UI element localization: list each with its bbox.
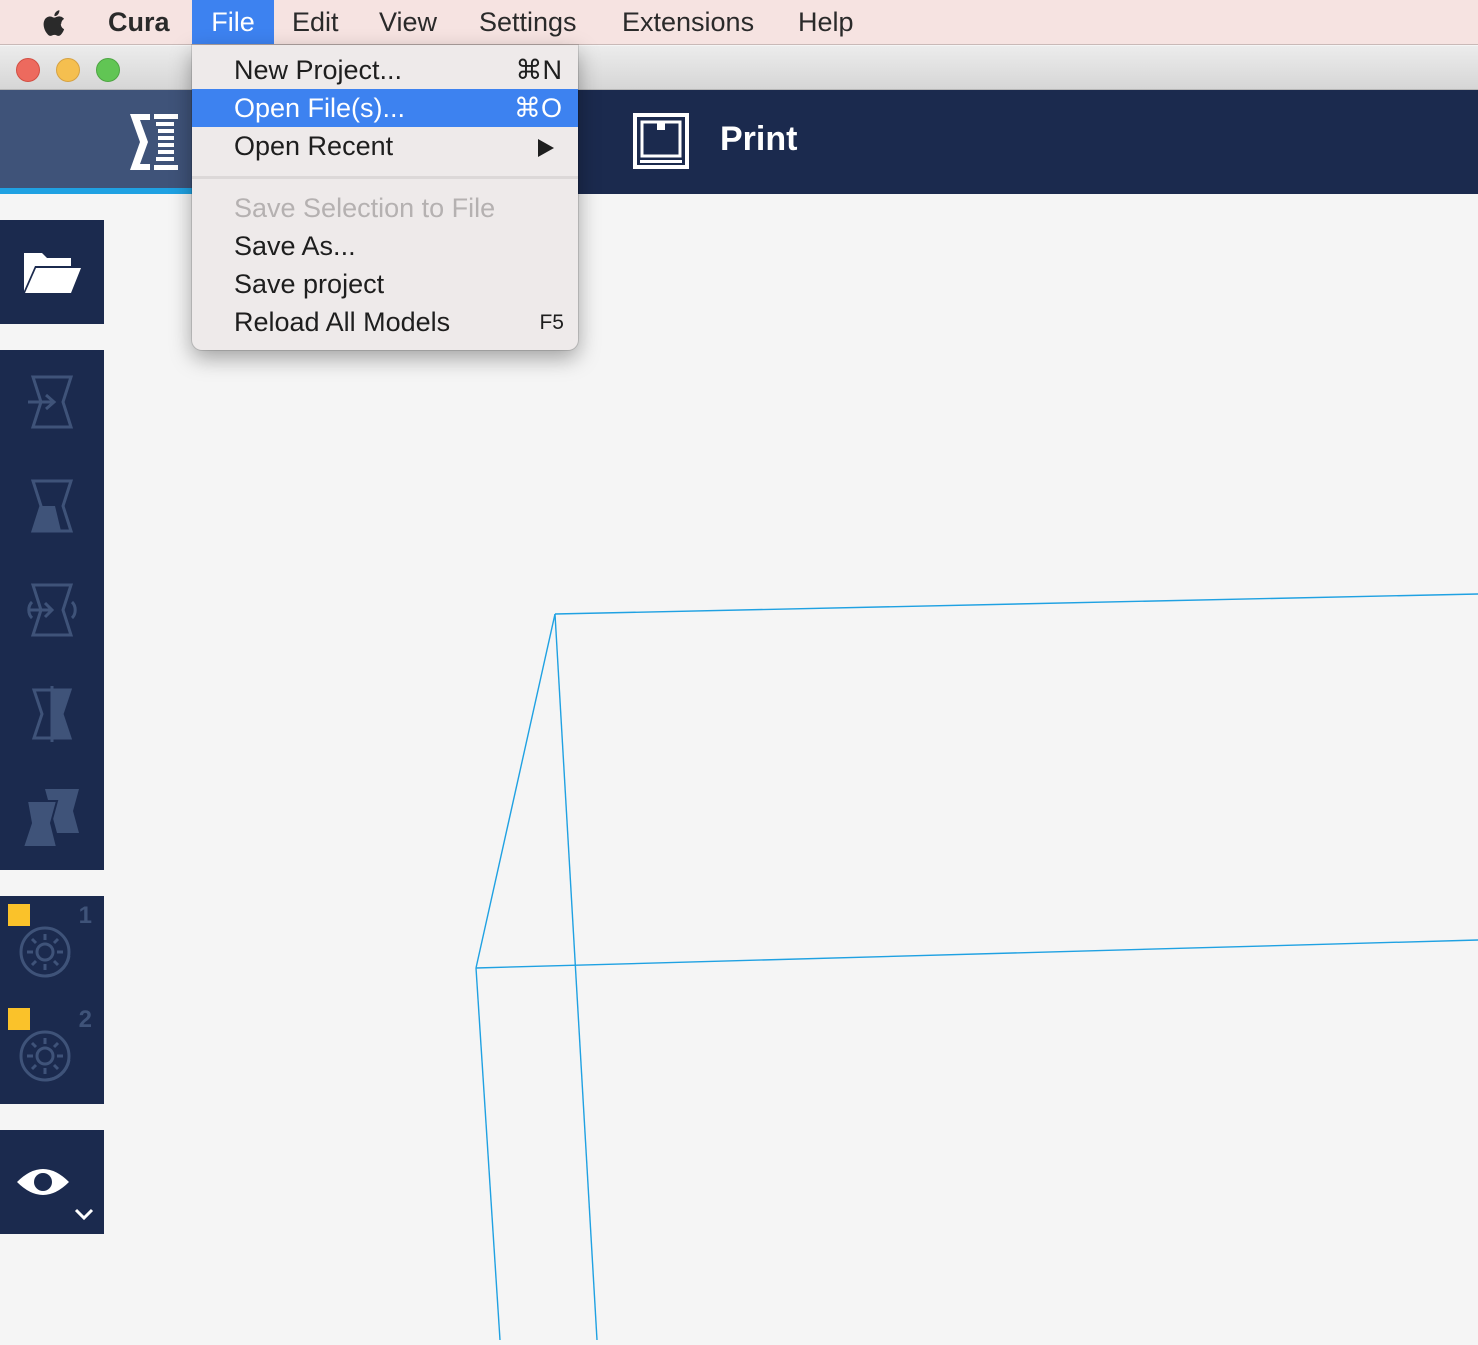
per-model-settings-icon [21, 789, 79, 848]
eye-icon [17, 1169, 69, 1195]
folder-open-icon [24, 253, 81, 293]
mirror-tool-icon [31, 686, 73, 742]
logo-area [0, 90, 192, 194]
menu-item-save-project[interactable]: Save project [192, 265, 578, 303]
close-window-button[interactable] [16, 58, 40, 82]
build-volume-wireframe [475, 593, 1478, 1341]
menu-item-open-files[interactable]: Open File(s)... ⌘O [192, 89, 578, 127]
cura-logo-icon[interactable] [128, 112, 180, 172]
extruders-panel: 1 2 [0, 896, 104, 1104]
menu-separator [192, 176, 578, 179]
file-menu-dropdown: New Project... ⌘N Open File(s)... ⌘O Ope… [192, 45, 578, 350]
rotate-tool-icon [27, 583, 77, 637]
menu-item-label: New Project... [234, 55, 403, 85]
macos-menu-bar: Cura File Edit View Settings Extensions … [0, 0, 1478, 45]
menu-item-new-project[interactable]: New Project... ⌘N [192, 51, 578, 89]
view-mode-panel [0, 1130, 104, 1234]
menu-help[interactable]: Help [798, 0, 854, 44]
menu-item-label: Open File(s)... [234, 93, 406, 123]
menu-edit[interactable]: Edit [292, 0, 339, 44]
extruder-1-button[interactable]: 1 [0, 896, 104, 1000]
rotate-tool-button[interactable] [0, 558, 104, 662]
view-mode-button[interactable] [0, 1130, 104, 1234]
menu-item-label: Open Recent [234, 131, 394, 161]
menu-item-save-as[interactable]: Save As... [192, 227, 578, 265]
scale-tool-button[interactable] [0, 454, 104, 558]
extruder-1-number: 1 [78, 902, 92, 929]
menu-item-label: Save As... [234, 231, 356, 261]
extruder-1-color-swatch [6, 902, 32, 928]
open-file-panel [0, 220, 104, 324]
menu-item-open-recent[interactable]: Open Recent [192, 127, 578, 165]
menu-view[interactable]: View [379, 0, 437, 44]
menu-item-shortcut: ⌘O [513, 93, 562, 123]
zoom-window-button[interactable] [96, 58, 120, 82]
menu-item-shortcut: F5 [539, 311, 564, 334]
menu-extensions[interactable]: Extensions [622, 0, 754, 44]
menu-item-label: Save project [234, 269, 385, 299]
move-tool-icon [28, 375, 74, 429]
filament-spool-icon [19, 926, 71, 978]
extruder-2-number: 2 [78, 1006, 92, 1033]
mirror-tool-button[interactable] [0, 662, 104, 766]
filament-spool-icon [19, 1030, 71, 1082]
3d-viewport[interactable] [0, 194, 1478, 1341]
minimize-window-button[interactable] [56, 58, 80, 82]
menu-item-reload-all-models[interactable]: Reload All Models F5 [192, 303, 578, 341]
per-model-settings-button[interactable] [0, 766, 104, 870]
stage-print-label[interactable]: Print [720, 120, 797, 159]
menu-item-shortcut: ⌘N [515, 55, 563, 85]
extruder-2-color-swatch [6, 1006, 32, 1032]
menu-app-cura[interactable]: Cura [108, 0, 170, 44]
tools-panel [0, 350, 104, 870]
chevron-down-icon [74, 1208, 94, 1220]
menu-item-save-selection: Save Selection to File [192, 189, 578, 227]
printer-icon[interactable] [632, 112, 690, 170]
menu-file[interactable]: File [192, 0, 274, 44]
submenu-arrow-icon [538, 139, 554, 157]
scale-tool-icon [30, 479, 74, 533]
extruder-2-button[interactable]: 2 [0, 1000, 104, 1104]
menu-item-label: Reload All Models [234, 307, 451, 337]
menu-settings[interactable]: Settings [479, 0, 577, 44]
move-tool-button[interactable] [0, 350, 104, 454]
apple-logo-icon[interactable] [38, 6, 72, 40]
menu-item-label: Save Selection to File [234, 193, 496, 223]
open-file-button[interactable] [0, 220, 104, 324]
